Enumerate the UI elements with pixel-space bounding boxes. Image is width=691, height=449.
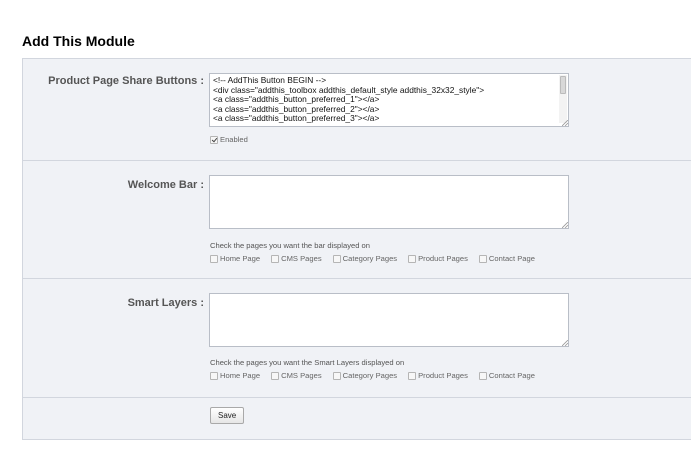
smart-layers-page-options: Home Page CMS Pages Category Pages Produ… <box>210 371 546 380</box>
share-buttons-label: Product Page Share Buttons : <box>48 75 204 87</box>
welcome-bar-option-home[interactable]: Home Page <box>210 254 260 263</box>
resize-grip-icon[interactable] <box>562 120 568 126</box>
smart-layers-label: Smart Layers : <box>127 297 204 309</box>
welcome-bar-option-category[interactable]: Category Pages <box>332 254 398 263</box>
option-label: Home Page <box>220 254 261 263</box>
welcome-bar-option-product[interactable]: Product Pages <box>408 254 468 263</box>
option-label: Category Pages <box>342 371 398 380</box>
welcome-bar-field-wrap <box>209 175 569 229</box>
smart-layers-option-category[interactable]: Category Pages <box>332 371 398 380</box>
option-label: Home Page <box>220 371 261 380</box>
enabled-label: Enabled <box>220 135 248 144</box>
share-buttons-section: Product Page Share Buttons : <!-- AddThi… <box>23 59 691 161</box>
option-label: CMS Pages <box>281 371 322 380</box>
share-buttons-scrollbar[interactable] <box>559 75 567 123</box>
welcome-bar-input[interactable] <box>209 175 569 229</box>
checkbox[interactable] <box>408 254 417 263</box>
actions-section: Save <box>23 398 691 441</box>
page-title: Add This Module <box>22 33 135 49</box>
welcome-bar-option-contact[interactable]: Contact Page <box>478 254 535 263</box>
welcome-bar-label: Welcome Bar : <box>127 179 204 191</box>
save-button[interactable]: Save <box>210 407 245 424</box>
checkbox[interactable] <box>210 254 218 263</box>
share-buttons-code-input[interactable]: <!-- AddThis Button BEGIN --> <div class… <box>209 73 569 127</box>
checkbox[interactable] <box>408 371 417 380</box>
smart-layers-section: Smart Layers : Check the pages you want … <box>23 279 691 398</box>
checkbox[interactable] <box>332 254 341 263</box>
resize-grip-icon[interactable] <box>562 340 568 346</box>
checkbox[interactable] <box>271 371 280 380</box>
smart-layers-input[interactable] <box>209 293 569 347</box>
module-settings-panel: Product Page Share Buttons : <!-- AddThi… <box>22 58 691 440</box>
checkbox[interactable] <box>271 254 280 263</box>
welcome-bar-page-options: Home Page CMS Pages Category Pages Produ… <box>210 254 546 263</box>
share-buttons-field-wrap: <!-- AddThis Button BEGIN --> <div class… <box>209 73 569 127</box>
smart-layers-option-product[interactable]: Product Pages <box>408 371 468 380</box>
welcome-bar-helper-text: Check the pages you want the bar display… <box>210 241 370 250</box>
option-label: CMS Pages <box>281 254 322 263</box>
checkbox[interactable] <box>210 371 218 380</box>
enabled-checkbox-row[interactable]: Enabled <box>210 135 248 144</box>
option-label: Contact Page <box>488 371 535 380</box>
checkbox[interactable] <box>478 371 487 380</box>
smart-layers-helper-text: Check the pages you want the Smart Layer… <box>210 358 405 367</box>
smart-layers-field-wrap <box>209 293 569 347</box>
option-label: Contact Page <box>488 254 535 263</box>
welcome-bar-section: Welcome Bar : Check the pages you want t… <box>23 161 691 279</box>
option-label: Category Pages <box>342 254 398 263</box>
resize-grip-icon[interactable] <box>562 222 568 228</box>
smart-layers-option-cms[interactable]: CMS Pages <box>271 371 322 380</box>
option-label: Product Pages <box>418 371 468 380</box>
option-label: Product Pages <box>418 254 468 263</box>
scroll-thumb[interactable] <box>560 76 566 94</box>
smart-layers-option-home[interactable]: Home Page <box>210 371 260 380</box>
smart-layers-option-contact[interactable]: Contact Page <box>478 371 535 380</box>
checkbox[interactable] <box>478 254 487 263</box>
checkbox[interactable] <box>332 371 341 380</box>
welcome-bar-option-cms[interactable]: CMS Pages <box>271 254 322 263</box>
enabled-checkbox[interactable] <box>210 135 218 144</box>
